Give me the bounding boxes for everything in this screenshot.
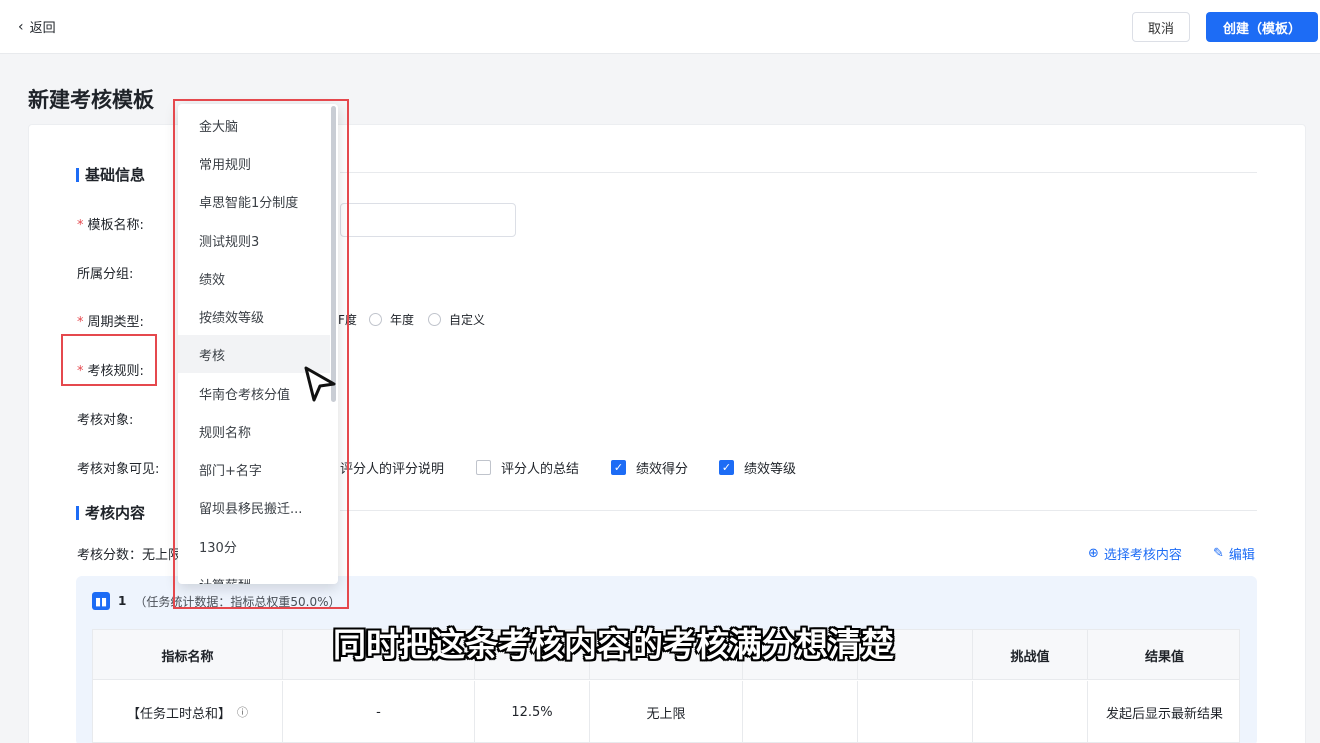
section-marker xyxy=(76,505,79,520)
label-target-visible: 考核对象可见: xyxy=(77,462,160,477)
td-weight: 12.5% xyxy=(475,681,590,743)
section-basic-info: 基础信息 xyxy=(76,164,145,185)
td-challenge xyxy=(973,681,1088,743)
cycle-option-year[interactable]: 年度 xyxy=(369,311,414,328)
back-label: 返回 xyxy=(29,21,56,36)
mouse-pointer-icon xyxy=(304,366,336,402)
th-result: 结果值 xyxy=(1144,649,1184,665)
required-mark: * xyxy=(77,315,84,330)
pencil-icon: ✎ xyxy=(1213,546,1224,561)
td-limit: 无上限 xyxy=(590,681,743,743)
radio-circle xyxy=(428,313,441,326)
checkbox xyxy=(476,460,491,475)
visible-option-rater-summary[interactable]: 评分人的总结 xyxy=(476,458,579,477)
section-basic-title: 基础信息 xyxy=(85,166,146,184)
bar-chart-icon: ▮▮ xyxy=(92,592,110,610)
radio-circle xyxy=(369,313,382,326)
section-marker xyxy=(76,167,79,182)
label-target: 考核对象: xyxy=(77,413,134,428)
info-icon[interactable]: ⓘ xyxy=(237,704,248,720)
section-divider xyxy=(340,172,1257,173)
td-col-6 xyxy=(858,681,973,743)
create-template-button[interactable]: 创建（模板） xyxy=(1206,12,1318,42)
visible-option-grade[interactable]: ✓ 绩效等级 xyxy=(719,458,796,477)
chevron-left-icon: ‹ xyxy=(18,18,24,35)
td-col-2: - xyxy=(283,681,475,743)
td-col-5 xyxy=(743,681,858,743)
score-label: 考核分数：无上限 xyxy=(77,548,182,563)
video-subtitle: 同时把这条考核内容的考核满分想清楚 xyxy=(333,625,894,664)
th-challenge: 挑战值 xyxy=(973,630,1088,680)
page-title: 新建考核模板 xyxy=(28,88,154,112)
template-name-input[interactable] xyxy=(340,203,516,237)
section-content-title: 考核内容 xyxy=(85,504,146,522)
required-mark: * xyxy=(77,218,84,233)
label-cycle-type: * 周期类型: xyxy=(77,315,144,330)
section-divider xyxy=(340,510,1257,511)
dropdown-highlight xyxy=(173,99,349,609)
cycle-option-custom[interactable]: 自定义 xyxy=(428,311,485,328)
label-group: 所属分组: xyxy=(77,267,134,282)
section-content: 考核内容 xyxy=(76,502,145,523)
edit-link[interactable]: ✎ 编辑 xyxy=(1213,544,1255,563)
back-button[interactable]: ‹ 返回 xyxy=(18,17,56,37)
td-indicator-name: 【任务工时总和】 ⓘ xyxy=(93,681,283,743)
label-template-name: * 模板名称: xyxy=(77,218,144,233)
check-icon: ✓ xyxy=(611,460,626,475)
plus-circle-icon: ⊕ xyxy=(1088,546,1099,561)
check-icon: ✓ xyxy=(719,460,734,475)
select-content-link[interactable]: ⊕ 选择考核内容 xyxy=(1088,544,1182,563)
visible-option-score[interactable]: ✓ 绩效得分 xyxy=(611,458,688,477)
th-indicator-name: 指标名称 xyxy=(93,630,283,680)
cancel-button[interactable]: 取消 xyxy=(1132,12,1190,42)
visible-option-rater-comment[interactable]: 评分人的评分说明 xyxy=(340,458,444,477)
rule-label-highlight xyxy=(61,334,157,386)
top-bar: ‹ 返回 取消 创建（模板） xyxy=(0,0,1320,54)
td-result: 发起后显示最新结果 xyxy=(1105,706,1223,722)
